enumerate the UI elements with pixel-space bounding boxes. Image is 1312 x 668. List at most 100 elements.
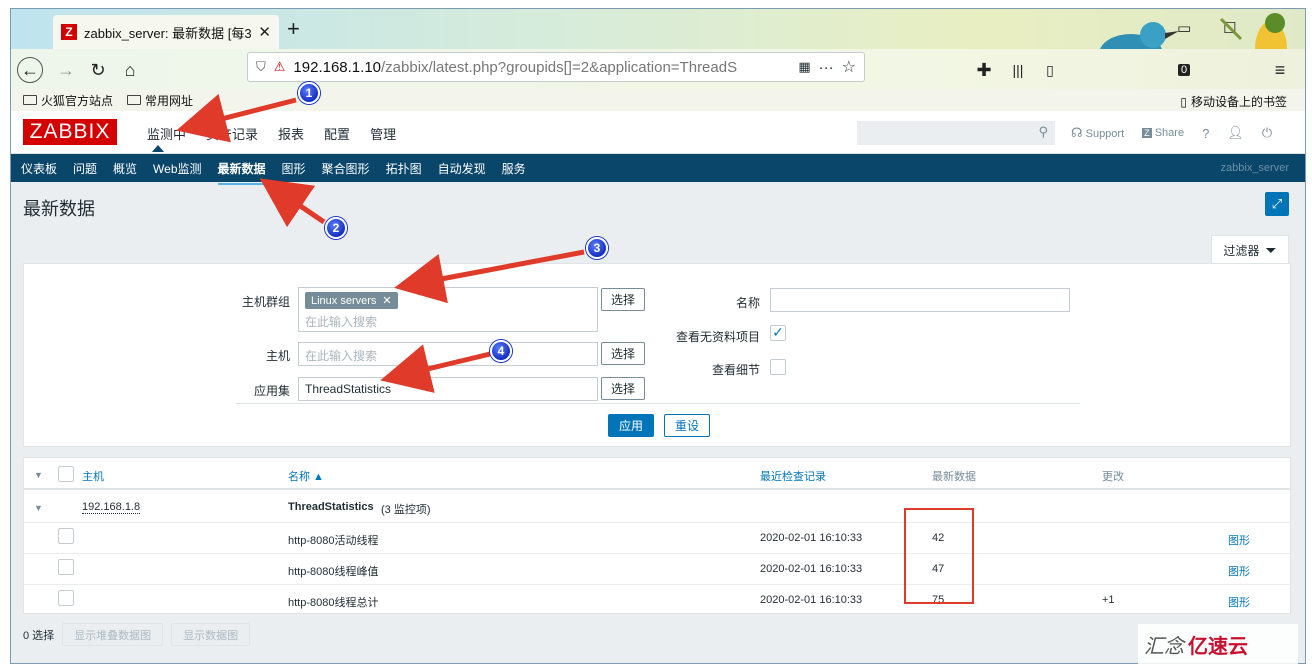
host-group-chip[interactable]: Linux servers ✕ — [305, 292, 398, 309]
submenu-screens[interactable]: 聚合图形 — [314, 160, 378, 177]
menu-reports[interactable]: 报表 — [268, 124, 314, 143]
url-bar[interactable]: ⛉ ⚠ 192.168.1.10/zabbix/latest.php?group… — [247, 52, 865, 82]
apply-button[interactable]: 应用 — [608, 414, 654, 437]
menu-configuration[interactable]: 配置 — [314, 124, 360, 143]
collapse-all-icon[interactable]: ▼ — [34, 470, 43, 480]
bookmark-firefox-site[interactable]: 火狐官方站点 — [23, 92, 113, 109]
last-check-time: 2020-02-01 16:10:33 — [760, 532, 863, 544]
select-all-checkbox[interactable] — [58, 466, 74, 482]
more-actions-icon[interactable]: ··· — [819, 59, 834, 76]
menu-inventory[interactable]: 资产记录 — [196, 124, 268, 143]
graph-link[interactable]: 图形 — [1228, 532, 1250, 548]
host-link[interactable]: 192.168.1.8 — [82, 501, 141, 514]
home-icon[interactable]: ⌂ — [117, 57, 143, 83]
submenu-latest-data[interactable]: 最新数据 — [210, 160, 274, 185]
application-select-button[interactable]: 选择 — [601, 377, 645, 400]
header-name[interactable]: 名称 ▲ — [288, 468, 324, 484]
header-last-value: 最新数据 — [932, 471, 976, 483]
latest-data-table: ▼ 主机 名称 ▲ 最近检查记录 最新数据 更改 ▼ 192.168.1.8 T… — [23, 457, 1291, 614]
back-button[interactable]: ← — [17, 57, 43, 83]
remove-chip-icon[interactable]: ✕ — [382, 294, 391, 307]
application-label: 应用集 — [253, 384, 290, 398]
submenu-discovery[interactable]: 自动发现 — [430, 160, 494, 177]
bookmark-star-icon[interactable]: ☆ — [842, 57, 856, 77]
extensions-icon[interactable]: ✚ — [971, 57, 997, 83]
show-details-checkbox[interactable] — [770, 359, 786, 375]
search-input[interactable]: ⚲ — [857, 121, 1055, 145]
annotation-badge-3: 3 — [586, 237, 608, 259]
library-icon[interactable]: ||| — [1005, 57, 1031, 83]
reload-icon[interactable]: ↻ — [85, 57, 111, 83]
submenu-services[interactable]: 服务 — [494, 160, 534, 177]
table-row: http-8080线程总计 2020-02-01 16:10:33 75 +1 … — [24, 585, 1290, 616]
sidebar-icon[interactable]: ▯ — [1037, 57, 1063, 83]
graph-button[interactable]: 显示数据图 — [171, 623, 251, 646]
selected-count: 0 选择 — [23, 629, 55, 642]
submenu-maps[interactable]: 拓扑图 — [378, 160, 430, 177]
annotation-badge-2: 2 — [325, 217, 347, 239]
zabbix-favicon-icon: Z — [61, 24, 77, 40]
page-title: 最新数据 — [23, 199, 95, 219]
host-input[interactable]: 在此输入搜索 — [298, 342, 598, 366]
annotation-badge-1: 1 — [298, 82, 320, 104]
close-tab-icon[interactable]: ✕ — [258, 23, 271, 41]
row-checkbox[interactable] — [58, 559, 74, 575]
phone-icon: ▯ — [1180, 94, 1187, 109]
reset-button[interactable]: 重设 — [664, 414, 710, 437]
zabbix-logo[interactable]: ZABBIX — [23, 119, 117, 145]
row-checkbox[interactable] — [58, 528, 74, 544]
stacked-graph-button[interactable]: 显示堆叠数据图 — [62, 623, 164, 646]
fullscreen-button[interactable]: ⤢ — [1265, 192, 1289, 216]
help-icon[interactable]: ? — [1202, 126, 1209, 141]
annotation-badge-4: 4 — [490, 340, 512, 362]
table-footer: 0 选择 显示堆叠数据图 显示数据图 — [23, 623, 251, 646]
menu-icon[interactable]: ≡ — [1267, 57, 1293, 83]
filter-panel: 主机群组 Linux servers ✕ 在此输入搜索 选择 主机 在此输入搜索 … — [23, 263, 1291, 447]
graph-link[interactable]: 图形 — [1228, 594, 1250, 610]
host-label: 主机 — [265, 349, 290, 363]
name-label: 名称 — [735, 296, 760, 310]
row-checkbox[interactable] — [58, 590, 74, 606]
submenu-dashboard[interactable]: 仪表板 — [13, 160, 65, 177]
new-tab-button[interactable]: + — [287, 16, 300, 42]
header-change: 更改 — [1102, 471, 1124, 483]
share-link[interactable]: Z Share — [1142, 127, 1184, 139]
group-row: ▼ 192.168.1.8 ThreadStatistics (3 监控项) — [24, 492, 1290, 523]
name-input[interactable] — [770, 288, 1070, 312]
qr-code-icon[interactable]: ▦ — [798, 59, 810, 75]
host-group-multiselect[interactable]: Linux servers ✕ 在此输入搜索 — [298, 287, 598, 332]
notification-badge[interactable]: 0 — [1171, 57, 1197, 83]
selected-menu-indicator — [152, 145, 164, 152]
filter-icon: ⏷ — [1265, 241, 1277, 258]
bookmark-common-sites[interactable]: 常用网址 — [127, 92, 193, 109]
last-check-time: 2020-02-01 16:10:33 — [760, 594, 863, 606]
application-input[interactable]: ThreadStatistics — [298, 377, 598, 401]
browser-window: Z zabbix_server: 最新数据 [每30 ✕ + ▭ ☐ ✕ ← →… — [10, 8, 1306, 664]
collapse-group-icon[interactable]: ▼ — [34, 503, 43, 513]
support-link[interactable]: ☊ Support — [1071, 125, 1124, 141]
menu-administration[interactable]: 管理 — [360, 124, 406, 143]
mobile-bookmarks[interactable]: ▯ 移动设备上的书签 — [1180, 93, 1287, 110]
submenu-web[interactable]: Web监测 — [145, 160, 209, 177]
filter-tab[interactable]: 过滤器 ⏷ — [1211, 235, 1289, 264]
graph-link[interactable]: 图形 — [1228, 563, 1250, 579]
header-host[interactable]: 主机 — [82, 468, 104, 484]
item-count: (3 监控项) — [381, 504, 431, 516]
show-no-data-label: 查看无资料项目 — [675, 330, 760, 344]
submenu-problems[interactable]: 问题 — [65, 160, 105, 177]
user-profile-icon[interactable]: 👤︎ — [1227, 125, 1244, 141]
show-no-data-checkbox[interactable]: ✓ — [770, 325, 786, 341]
submenu-graphs[interactable]: 图形 — [274, 160, 314, 177]
forward-button[interactable]: → — [53, 57, 79, 83]
sub-menu: 仪表板 问题 概览 Web监测 最新数据 图形 聚合图形 拓扑图 自动发现 服务 — [11, 154, 1305, 185]
headset-icon: ☊ — [1071, 125, 1083, 140]
folder-icon — [23, 95, 37, 105]
insecure-lock-icon: ⚠ — [273, 59, 286, 74]
header-last-check[interactable]: 最近检查记录 — [760, 468, 826, 484]
menu-monitoring[interactable]: 监测中 — [137, 124, 196, 143]
host-select-button[interactable]: 选择 — [601, 342, 645, 365]
logout-icon[interactable]: ⏻ — [1262, 125, 1272, 141]
browser-tab[interactable]: Z zabbix_server: 最新数据 [每30 ✕ — [53, 15, 279, 49]
submenu-overview[interactable]: 概览 — [105, 160, 145, 177]
host-group-select-button[interactable]: 选择 — [601, 288, 645, 311]
